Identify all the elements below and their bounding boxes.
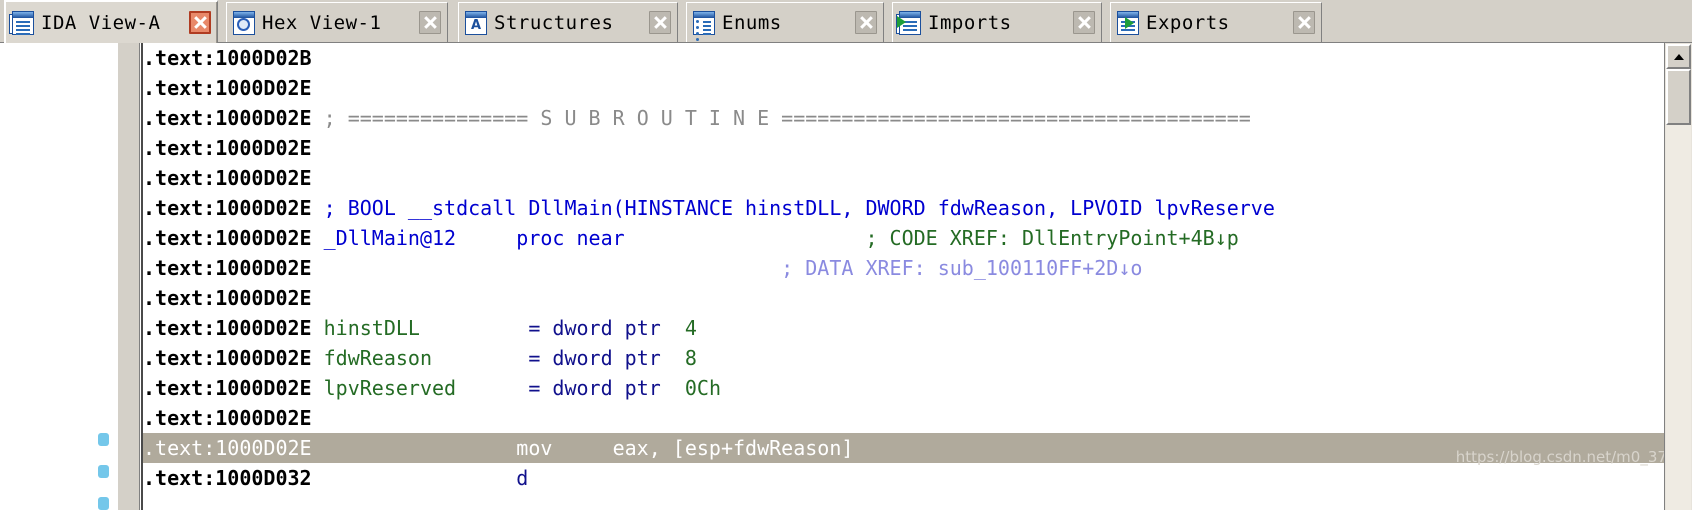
tab-ida-view-a[interactable]: IDA View-A <box>4 0 218 43</box>
disassembly-workspace: .text:1000D02B .text:1000D02E .text:1000D0… <box>0 43 1692 510</box>
line-segment <box>661 376 685 400</box>
line-segment: 0Ch <box>684 376 721 400</box>
disassembly-line[interactable]: .text:1000D02E fdwReason = dword ptr 8 <box>143 343 1664 373</box>
line-segment: fdwReason <box>311 346 432 370</box>
line-segment: dword ptr <box>552 316 661 340</box>
tab-label: Imports <box>928 11 1012 34</box>
line-segment: ; <box>311 106 348 130</box>
line-address: .text:1000D02E <box>143 136 312 160</box>
disassembly-line[interactable]: .text:1000D02E <box>143 163 1664 193</box>
line-segment: proc near <box>456 226 625 250</box>
tab-label: Enums <box>722 11 782 34</box>
line-address: .text:1000D02E <box>143 256 312 280</box>
tab-label: Structures <box>494 11 614 34</box>
disassembly-line[interactable]: .text:1000D02E <box>143 283 1664 313</box>
jump-marker-dot-icon <box>98 497 109 510</box>
line-segment: 4 <box>684 316 697 340</box>
line-segment: = <box>419 316 553 340</box>
disassembly-line[interactable]: .text:1000D032 d <box>143 463 1664 493</box>
disassembly-line[interactable]: .text:1000D02E ; BOOL __stdcall DllMain(… <box>143 193 1664 223</box>
exports-arrow-icon <box>1117 10 1139 35</box>
disassembly-line[interactable]: .text:1000D02E _DllMain@12 proc near ; C… <box>143 223 1664 253</box>
disassembly-line[interactable]: .text:1000D02E <box>143 73 1664 103</box>
line-address: .text:1000D02E <box>143 196 312 220</box>
tab-close-icon[interactable] <box>1293 11 1315 34</box>
disassembly-line[interactable]: .text:1000D02E <box>143 403 1664 433</box>
line-segment: d <box>311 466 529 490</box>
line-segment: ; BOOL __stdcall DllMain(HINSTANCE hinst… <box>311 196 1275 220</box>
line-segment: dword ptr <box>552 346 661 370</box>
scrollbar-track[interactable] <box>1666 125 1691 510</box>
scrollbar-thumb[interactable] <box>1666 69 1691 125</box>
line-segment: 8 <box>684 346 697 370</box>
watermark-text: https://blog.csdn.net/m0_3744 <box>1455 448 1686 466</box>
line-segment: ↓p <box>1214 226 1239 250</box>
disassembly-text-area[interactable]: .text:1000D02B .text:1000D02E .text:1000D0… <box>141 43 1664 510</box>
disassembly-line[interactable]: .text:1000D02E hinstDLL = dword ptr 4 <box>143 313 1664 343</box>
line-address: .text:1000D02B <box>143 46 312 70</box>
line-address: .text:1000D032 <box>143 466 312 490</box>
tab-close-icon[interactable] <box>649 11 671 34</box>
line-address: .text:1000D02E <box>143 106 312 130</box>
enums-list-icon <box>693 10 715 41</box>
document-pages-icon <box>9 10 34 35</box>
view-tab-bar: IDA View-A Hex View-1 A Structures Enums Impo… <box>0 0 1692 43</box>
arrow-gutter <box>0 43 118 510</box>
line-address: .text:1000D02E <box>143 166 312 190</box>
tab-label: Hex View-1 <box>262 11 382 34</box>
line-address: .text:1000D02E <box>143 346 312 370</box>
line-address: .text:1000D02E <box>143 316 312 340</box>
line-segment <box>661 346 685 370</box>
disassembly-line[interactable]: .text:1000D02E ; DATA XREF: sub_100110FF… <box>143 253 1664 283</box>
line-address: .text:1000D02E <box>143 406 312 430</box>
line-segment: dword ptr <box>552 376 661 400</box>
line-address: .text:1000D02E <box>143 76 312 100</box>
vertical-scrollbar[interactable] <box>1664 43 1692 510</box>
line-segment: sub_100110FF+2D <box>937 256 1119 280</box>
line-segment <box>661 316 685 340</box>
disassembly-line[interactable]: .text:1000D02E lpvReserved = dword ptr 0… <box>143 373 1664 403</box>
disassembly-line-selected[interactable]: .text:1000D02E mov eax, [esp+fdwReason] <box>143 433 1664 463</box>
line-segment: DllEntryPoint+4B <box>1022 226 1215 250</box>
line-segment: =============== S U B R O U T I N E ====… <box>347 106 1251 130</box>
line-segment: lpvReserved <box>311 376 457 400</box>
hex-circle-icon <box>233 10 255 35</box>
line-segment: _DllMain@12 <box>311 226 457 250</box>
line-address: .text:1000D02E <box>143 286 312 310</box>
line-segment: hinstDLL <box>311 316 420 340</box>
tab-close-icon[interactable] <box>419 11 441 34</box>
jump-marker-dot-icon <box>98 465 109 478</box>
disassembly-line[interactable]: .text:1000D02B <box>143 43 1664 73</box>
line-segment: ; CODE XREF: <box>624 226 1023 250</box>
line-segment: ↓o <box>1118 256 1143 280</box>
line-segment: mov eax, [esp+fdwReason] <box>311 436 854 460</box>
tab-enums[interactable]: Enums <box>686 2 884 42</box>
tab-exports[interactable]: Exports <box>1110 2 1322 42</box>
line-address: .text:1000D02E <box>143 436 312 460</box>
line-address: .text:1000D02E <box>143 226 312 250</box>
imports-arrow-icon <box>896 10 921 35</box>
line-segment: = <box>456 376 553 400</box>
tab-imports[interactable]: Imports <box>892 2 1102 42</box>
tab-structures[interactable]: A Structures <box>458 2 678 42</box>
tab-label: Exports <box>1146 11 1230 34</box>
jump-marker-dot-icon <box>98 433 109 446</box>
tab-hex-view-1[interactable]: Hex View-1 <box>226 2 448 42</box>
tab-close-icon[interactable] <box>189 11 211 34</box>
tab-close-icon[interactable] <box>855 11 877 34</box>
line-address: .text:1000D02E <box>143 376 312 400</box>
line-segment: ; DATA XREF: <box>311 256 938 280</box>
scroll-up-arrow-icon[interactable] <box>1666 44 1691 69</box>
disassembly-line[interactable]: .text:1000D02E <box>143 133 1664 163</box>
tab-close-icon[interactable] <box>1073 11 1095 34</box>
line-segment: = <box>432 346 553 370</box>
left-margin-rail <box>118 43 140 510</box>
structures-a-icon: A <box>465 10 487 35</box>
tab-label: IDA View-A <box>41 11 161 34</box>
disassembly-line[interactable]: .text:1000D02E ; =============== S U B R… <box>143 103 1664 133</box>
